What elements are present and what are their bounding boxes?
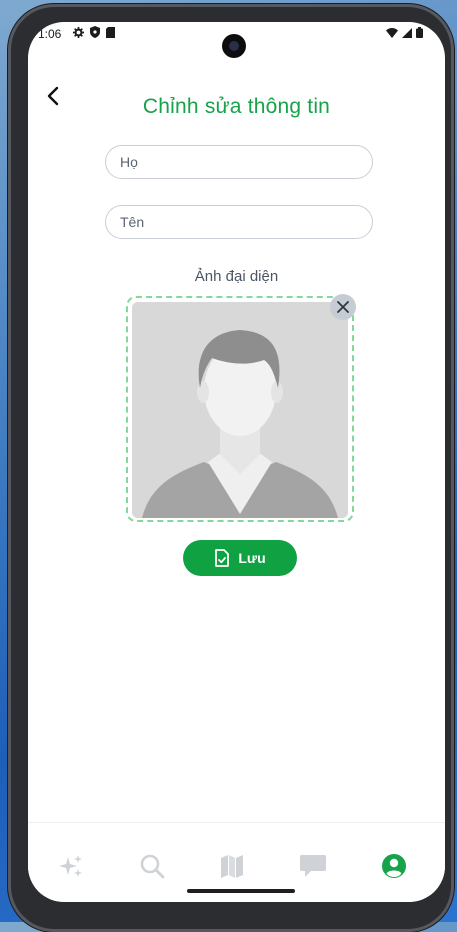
last-name-field[interactable]: [105, 145, 373, 179]
app-screen: 1:06 Chỉnh sửa thông tin Họ Tên Ảnh đại …: [28, 22, 445, 902]
signal-icon: [402, 27, 412, 41]
first-name-input[interactable]: [106, 206, 372, 238]
status-left-icons: [73, 26, 115, 41]
home-indicator[interactable]: [187, 889, 295, 893]
avatar-label: Ảnh đại diện: [194, 268, 279, 285]
nav-item-map[interactable]: [217, 851, 247, 881]
user-circle-icon: [382, 854, 406, 878]
nav-item-search[interactable]: [137, 851, 167, 881]
front-camera: [222, 34, 246, 58]
avatar-image: [132, 302, 348, 518]
person-silhouette-icon: [132, 302, 348, 518]
close-icon: [337, 301, 349, 313]
phone-frame: 1:06 Chỉnh sửa thông tin Họ Tên Ảnh đại …: [8, 4, 454, 932]
nav-item-profile[interactable]: [379, 851, 409, 881]
save-button[interactable]: Lưu: [183, 540, 297, 576]
chat-icon: [300, 855, 326, 877]
search-icon: [140, 854, 165, 879]
battery-icon: [416, 27, 423, 41]
shield-icon: [90, 26, 100, 41]
status-time: 1:06: [38, 27, 62, 41]
sparkles-icon: [59, 855, 82, 877]
first-name-field[interactable]: [105, 205, 373, 239]
avatar-upload-area[interactable]: [126, 294, 356, 522]
sd-card-icon: [106, 26, 115, 41]
last-name-input[interactable]: [106, 146, 372, 178]
nav-item-chat[interactable]: [298, 851, 328, 881]
nav-item-sparkles[interactable]: [56, 851, 86, 881]
save-label: Lưu: [238, 550, 266, 566]
status-right-icons: [386, 27, 423, 41]
map-icon: [221, 855, 243, 878]
remove-avatar-button[interactable]: [330, 294, 356, 320]
file-check-icon: [215, 549, 230, 567]
wifi-icon: [386, 27, 398, 41]
gear-icon: [73, 26, 84, 41]
page-title: Chỉnh sửa thông tin: [142, 95, 331, 118]
